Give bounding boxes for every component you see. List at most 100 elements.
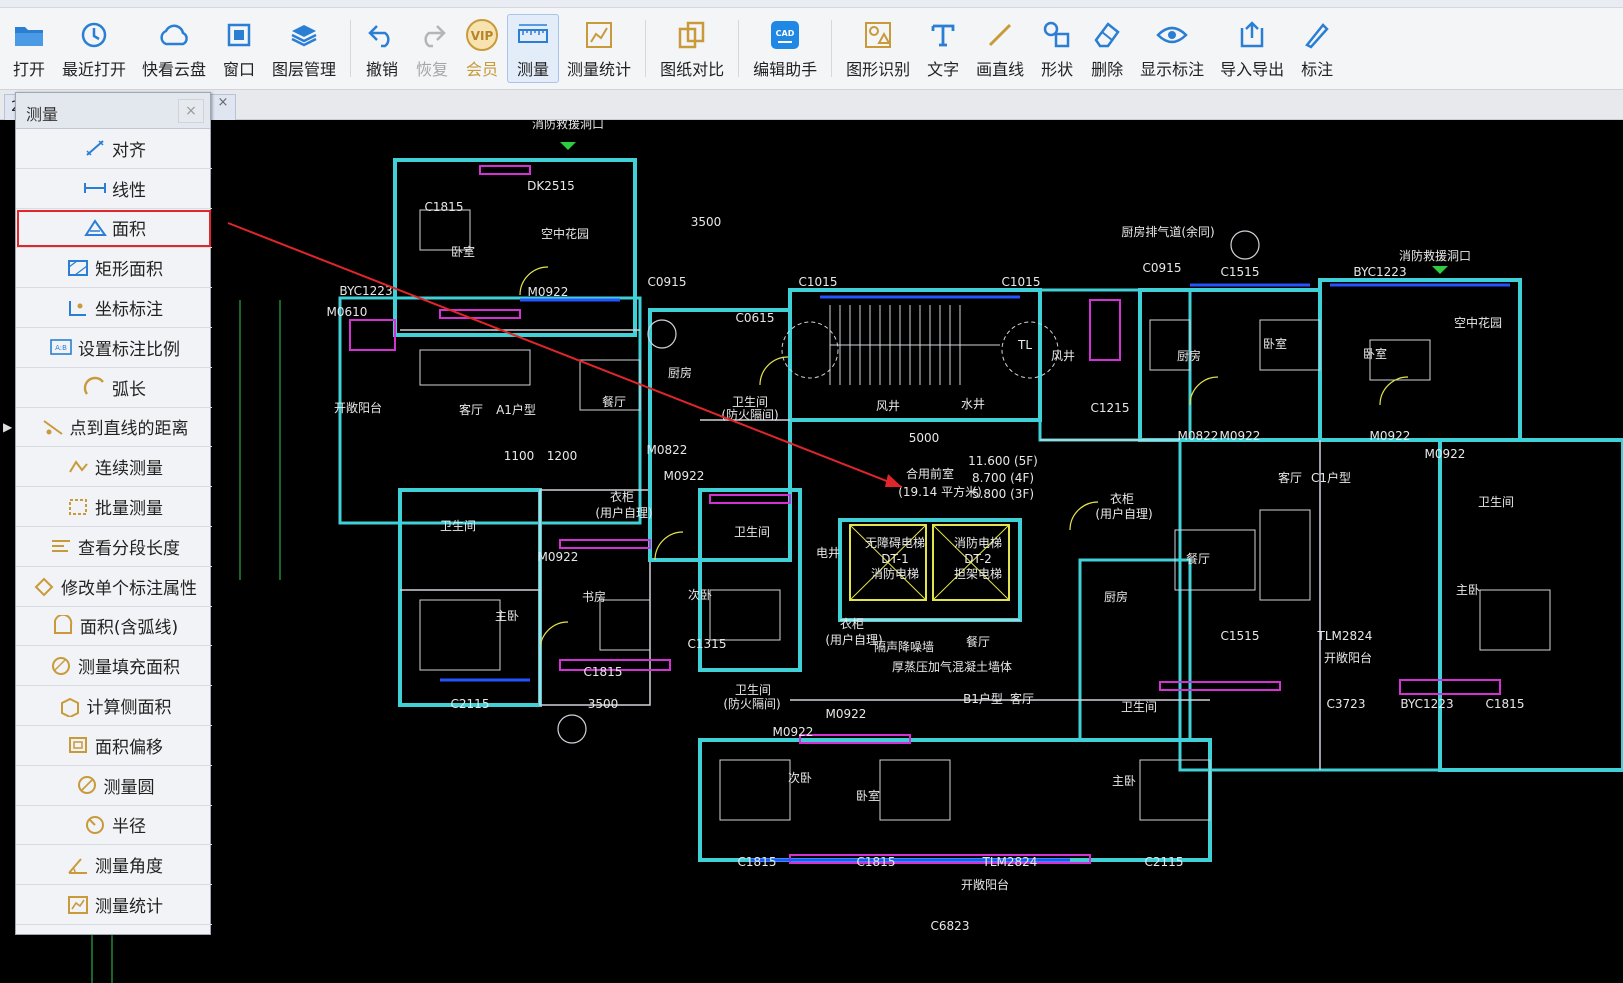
measure-tool-item[interactable]: 修改单个标注属性 (16, 567, 212, 607)
unit-wall (393, 158, 637, 337)
measure-tool-item[interactable]: 计算侧面积 (16, 686, 212, 726)
drawing-label: C1515 (1221, 629, 1260, 643)
measure-tool-item[interactable]: 面积(含弧线) (16, 607, 212, 647)
measure-tool-item[interactable]: 连续测量 (16, 447, 212, 488)
cad-viewer-app: 打开 最近打开 快看云盘 窗口 图层管理 撤销 恢复 VIP 会员 测量 测量统… (0, 0, 1623, 983)
toolbar-label: 删除 (1091, 59, 1124, 79)
measure-tool-item[interactable]: 矩形面积 (16, 248, 212, 289)
text-button[interactable]: 文字 (918, 8, 968, 89)
measure-tool-item[interactable]: 对齐 (16, 129, 212, 169)
cloud-drive-button[interactable]: 快看云盘 (134, 8, 214, 89)
window (479, 165, 531, 175)
drawing-label: C1315 (688, 637, 727, 651)
drawing-label: M0922 (664, 469, 705, 483)
panel-expand-handle[interactable]: ▶ (3, 420, 12, 446)
drawing-label: DK2515 (527, 179, 575, 193)
drawing-label: C1815 (857, 855, 896, 869)
layer-manager-button[interactable]: 图层管理 (264, 8, 344, 89)
circle-icon (74, 774, 100, 796)
drawing-label: 11.600 (5F) (968, 454, 1038, 468)
point-line-icon (40, 416, 66, 438)
linear-icon (82, 177, 108, 199)
furniture (419, 599, 501, 671)
drawing-label: C1015 (799, 275, 838, 289)
segment-icon (48, 535, 74, 557)
measure-stats-button[interactable]: 测量统计 (559, 8, 639, 89)
drawing-label: C1015 (1002, 275, 1041, 289)
measure-tool-item[interactable]: A:B 设置标注比例 (16, 328, 212, 368)
drawing-label: C3723 (1327, 697, 1366, 711)
measure-tool-item[interactable]: 面积 (16, 209, 212, 249)
measure-tool-item[interactable]: 批量测量 (16, 487, 212, 527)
measure-tool-item[interactable]: 测量统计 (16, 885, 212, 925)
drawing-label: 1200 (547, 449, 578, 463)
measure-tool-label: 设置标注比例 (78, 339, 180, 360)
draw-line-button[interactable]: 画直线 (968, 8, 1032, 89)
measure-tool-item[interactable]: 半径 (16, 806, 212, 846)
drawing-label: 衣柜 (610, 489, 634, 504)
drawing-label: 担架电梯 (954, 567, 1002, 581)
folder-icon (12, 18, 46, 52)
member-button[interactable]: VIP 会员 (457, 8, 507, 89)
measure-tool-label: 查看分段长度 (78, 538, 180, 559)
toolbar-label: 图层管理 (272, 59, 337, 79)
area-icon (82, 217, 108, 239)
drawing-label: C1815 (738, 855, 777, 869)
furniture (879, 759, 951, 821)
delete-button[interactable]: 删除 (1082, 8, 1132, 89)
drawing-label: 5000 (909, 431, 940, 445)
line-icon (983, 18, 1017, 52)
annotation-button[interactable]: 标注 (1292, 8, 1342, 89)
toolbar-label: 测量统计 (567, 59, 632, 79)
drawing-label: M0922 (773, 725, 814, 739)
window-button[interactable]: 窗口 (214, 8, 264, 89)
measure-tool-item[interactable]: 测量角度 (16, 845, 212, 886)
left-ruler (0, 120, 14, 983)
edit-assistant-button[interactable]: CAD 编辑助手 (745, 8, 825, 89)
measure-tool-item[interactable]: 测量圆 (16, 766, 212, 806)
furniture (599, 599, 651, 651)
stair-core (788, 288, 1042, 422)
drawing-label: 电井 (816, 546, 840, 560)
drawing-label: 卫生间 (1121, 700, 1157, 714)
shape-button[interactable]: 形状 (1032, 8, 1082, 89)
recent-open-button[interactable]: 最近打开 (54, 8, 134, 89)
stats-icon (65, 894, 91, 916)
measure-tool-label: 批量测量 (95, 499, 163, 520)
area-arc-icon (50, 614, 76, 637)
measure-tool-item[interactable]: 查看分段长度 (16, 527, 212, 567)
measure-tool-item[interactable]: 点到直线的距离 (16, 408, 212, 448)
window-icon (222, 18, 256, 52)
undo-button[interactable]: 撤销 (357, 8, 407, 89)
drawing-label: 开敞阳台 (1324, 650, 1372, 665)
measure-tool-item[interactable]: 面积偏移 (16, 726, 212, 766)
measure-tool-item[interactable]: 弧长 (16, 368, 212, 408)
measure-tool-item[interactable]: 坐标标注 (16, 288, 212, 328)
fire-rescue-marker (1432, 266, 1448, 274)
drawing-label: M0822 (647, 443, 688, 457)
drawing-label: 卫生间 (440, 519, 476, 533)
measure-panel-title: 测量 (26, 105, 59, 124)
toolbar-label: 文字 (927, 59, 960, 79)
batch-icon (65, 496, 91, 518)
drawing-compare-button[interactable]: 图纸对比 (652, 8, 732, 89)
open-button[interactable]: 打开 (4, 8, 54, 89)
measure-button[interactable]: 测量 (507, 14, 560, 83)
measure-tool-label: 面积偏移 (95, 737, 163, 758)
redo-button[interactable]: 恢复 (407, 8, 457, 89)
document-tab-close-button[interactable]: × (214, 94, 232, 112)
drawing-label: 消防电梯 (871, 566, 919, 581)
show-annotation-button[interactable]: 显示标注 (1132, 8, 1212, 89)
axis-bubble (1230, 230, 1260, 260)
drawing-label: 书房 (582, 589, 606, 604)
shape-recognition-button[interactable]: 图形识别 (838, 8, 918, 89)
measure-tool-item[interactable]: 线性 (16, 169, 212, 209)
measure-tool-list: 对齐 线性 面积 矩形面积 坐标标注 A:B 设置标注比例 弧长 点到直线的距离 连续测量批量测量… (16, 129, 212, 925)
import-export-button[interactable]: 导入导出 (1212, 8, 1292, 89)
arc-icon (82, 376, 108, 398)
measure-tool-item[interactable]: 测量填充面积 (16, 646, 212, 687)
drawing-label: 次卧 (688, 588, 712, 602)
measure-panel-close-button[interactable]: × (178, 99, 204, 123)
door-swing (759, 356, 789, 386)
drawing-canvas[interactable]: 消防救援洞口 DK2515 空中花园 C1815 卧室 3500 厨房排气道(余同) 消防救援… (0, 120, 1623, 983)
